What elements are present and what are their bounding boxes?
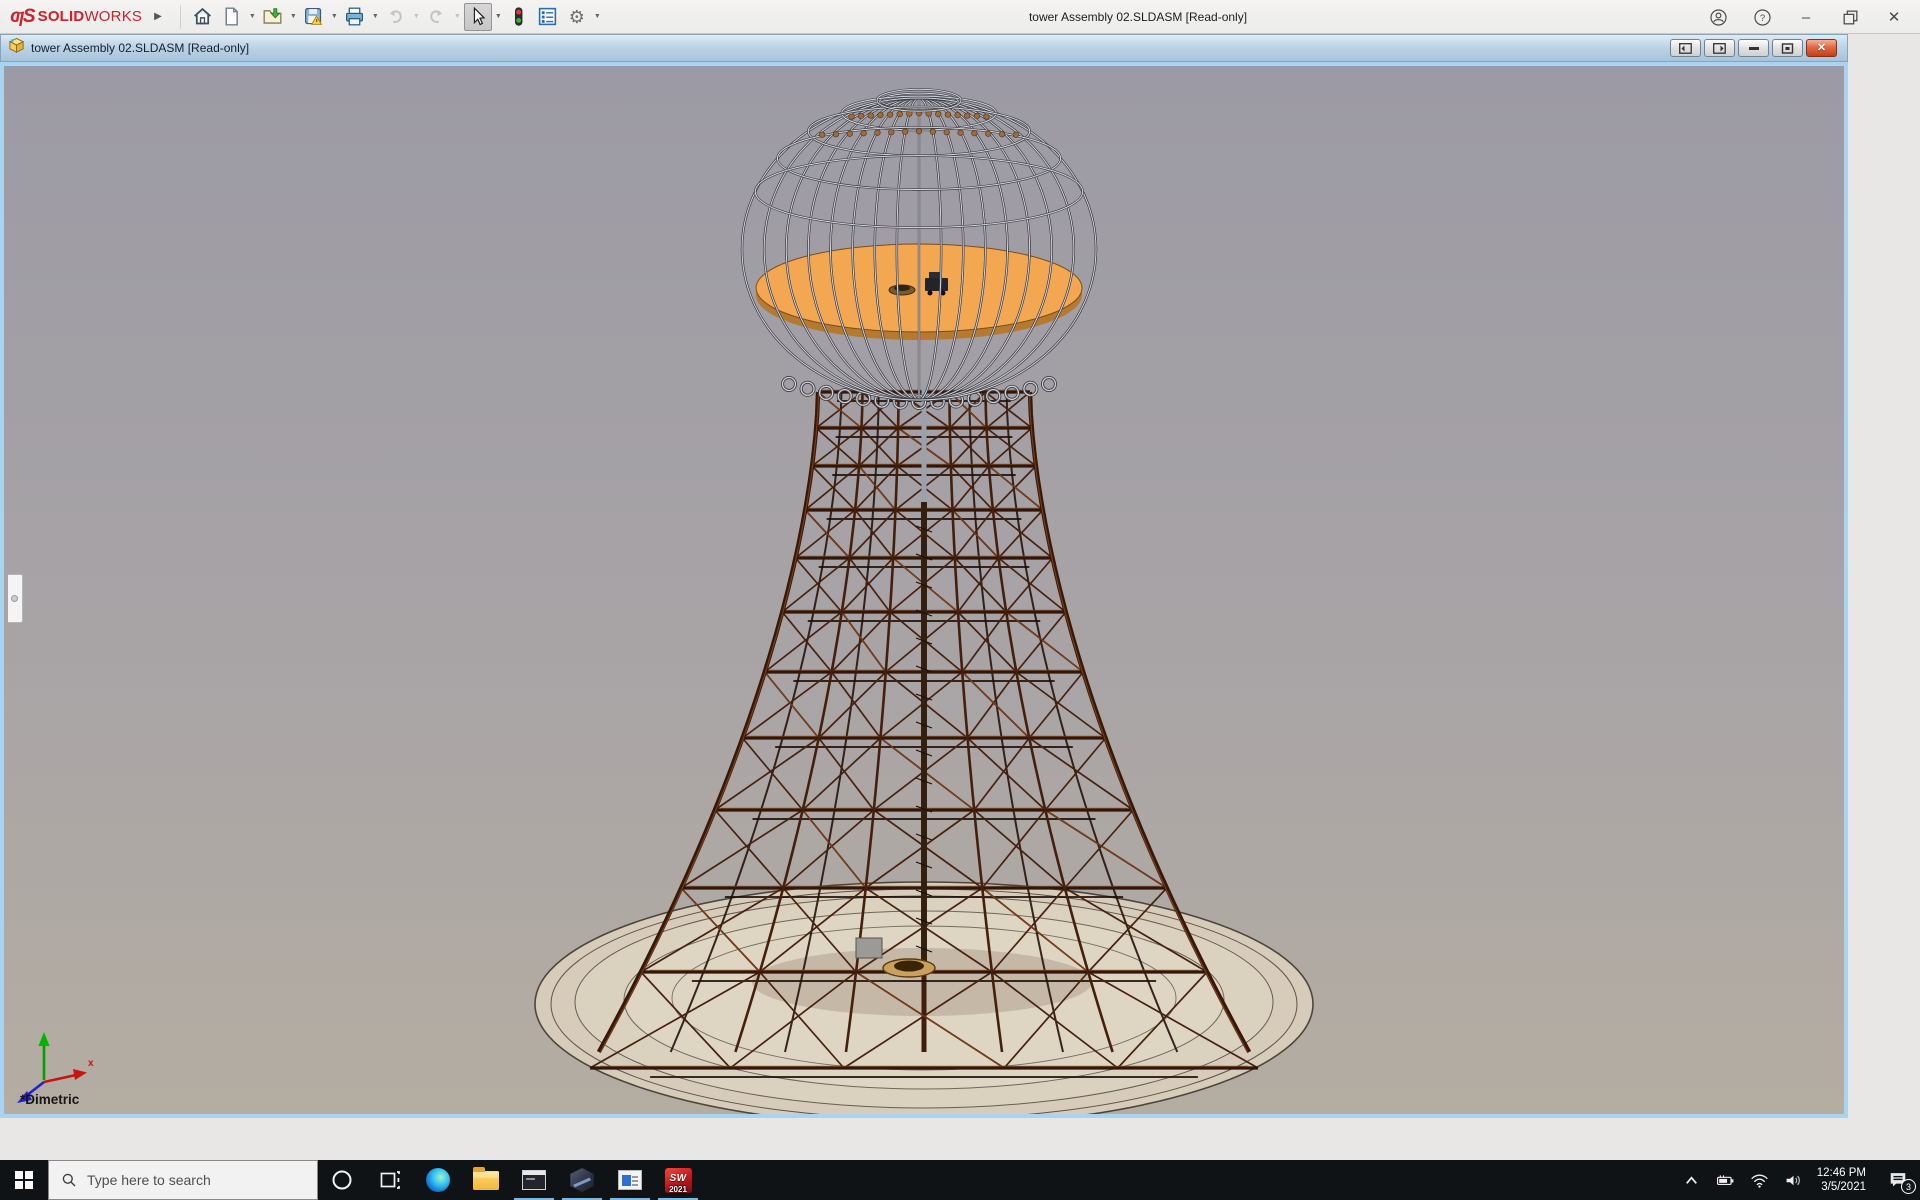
- home-button[interactable]: [189, 3, 217, 31]
- taskbar-search[interactable]: [48, 1160, 318, 1200]
- action-center-button[interactable]: 3: [1876, 1160, 1920, 1200]
- open-dropdown[interactable]: ▼: [288, 3, 299, 31]
- undo-button[interactable]: [382, 3, 410, 31]
- clock[interactable]: 12:46 PM 3/5/2021: [1811, 1166, 1876, 1194]
- tower-assembly-3d-model: [4, 66, 1844, 1114]
- gear-icon: ⚙: [569, 8, 585, 26]
- print-dropdown[interactable]: ▼: [370, 3, 381, 31]
- tray-time: 12:46 PM: [1817, 1166, 1866, 1180]
- triad-x-axis-label: x: [88, 1058, 94, 1069]
- performance-monitor-icon[interactable]: [505, 3, 533, 31]
- system-tray: 12:46 PM 3/5/2021 3: [1675, 1160, 1920, 1200]
- doc-close-button[interactable]: ✕: [1806, 39, 1837, 57]
- select-tool-dropdown[interactable]: ▼: [493, 3, 504, 31]
- task-view-button[interactable]: [366, 1160, 414, 1200]
- solidworks-logo: ƣS SOLIDWORKS: [10, 6, 142, 28]
- taskbar-edge-button[interactable]: [414, 1160, 462, 1200]
- window-controls: ? – ✕: [1708, 0, 1904, 34]
- brand-prefix: SOLID: [38, 8, 85, 25]
- splitter-handle-icon: [11, 595, 18, 602]
- terminal-icon: [522, 1170, 546, 1190]
- cortana-icon: [331, 1169, 353, 1191]
- brand-suffix: WORKS: [84, 8, 142, 25]
- minimize-button[interactable]: –: [1796, 7, 1816, 27]
- battery-icon[interactable]: [1709, 1160, 1743, 1200]
- open-button[interactable]: [259, 3, 287, 31]
- options-dropdown[interactable]: ▼: [592, 3, 603, 31]
- notification-badge: 3: [1901, 1179, 1916, 1194]
- doc-restore-button[interactable]: [1772, 39, 1803, 57]
- quick-access-toolbar: ▼ ▼ ▼ ▼ ▼ ▼ ▼ ⚙ ▼: [189, 3, 603, 31]
- app-titlebar: ƣS SOLIDWORKS ▶ ▼ ▼ ▼ ▼ ▼ ▼: [0, 0, 1920, 34]
- taskbar-installer-window-button[interactable]: [606, 1160, 654, 1200]
- windows-logo-icon: [15, 1171, 33, 1189]
- toolbar-separator: [180, 5, 181, 29]
- task-view-icon: [379, 1169, 401, 1191]
- command-options-icon[interactable]: [534, 3, 562, 31]
- restore-button[interactable]: [1840, 7, 1860, 27]
- file-explorer-icon: [473, 1171, 499, 1190]
- select-tool-button[interactable]: [464, 3, 492, 31]
- taskbar-solidworks-button[interactable]: SW 2021: [654, 1160, 702, 1200]
- graphics-viewport[interactable]: [0, 62, 1848, 1118]
- dock-right-button[interactable]: [1704, 39, 1735, 57]
- undo-dropdown[interactable]: ▼: [411, 3, 422, 31]
- document-window-buttons: ✕: [1670, 39, 1837, 57]
- featuremanager-collapsed-tab[interactable]: [8, 574, 23, 623]
- window-app-icon: [618, 1170, 642, 1190]
- dock-left-button[interactable]: [1670, 39, 1701, 57]
- account-icon[interactable]: [1708, 7, 1728, 27]
- wifi-icon[interactable]: [1743, 1160, 1777, 1200]
- assembly-document-icon: [8, 37, 25, 59]
- search-icon: [61, 1172, 77, 1188]
- hidden-icons-chevron[interactable]: [1675, 1160, 1709, 1200]
- search-input[interactable]: [87, 1172, 307, 1188]
- document-title: tower Assembly 02.SLDASM [Read-only]: [31, 41, 249, 55]
- redo-button[interactable]: [423, 3, 451, 31]
- save-dropdown[interactable]: ▼: [329, 3, 340, 31]
- windows-taskbar: SW 2021 12:46 PM 3/5/2021 3: [0, 1160, 1920, 1200]
- solidworks-2021-icon: SW 2021: [665, 1168, 692, 1193]
- save-button[interactable]: [300, 3, 328, 31]
- new-document-dropdown[interactable]: ▼: [247, 3, 258, 31]
- help-icon[interactable]: ?: [1752, 7, 1772, 27]
- cortana-button[interactable]: [318, 1160, 366, 1200]
- print-button[interactable]: [341, 3, 369, 31]
- doc-minimize-button[interactable]: [1738, 39, 1769, 57]
- hexagon-app-icon: [569, 1168, 595, 1192]
- ds-logo-icon: ƣS: [10, 6, 35, 28]
- redo-dropdown[interactable]: ▼: [452, 3, 463, 31]
- volume-icon[interactable]: [1777, 1160, 1811, 1200]
- options-gear-button[interactable]: ⚙: [563, 3, 591, 31]
- start-button[interactable]: [0, 1160, 48, 1200]
- taskbar-edrawings-button[interactable]: [558, 1160, 606, 1200]
- menu-flyout-arrow-icon[interactable]: ▶: [154, 11, 162, 22]
- app-title: tower Assembly 02.SLDASM [Read-only]: [1029, 0, 1247, 34]
- tray-date: 3/5/2021: [1817, 1180, 1866, 1194]
- edge-icon: [426, 1168, 450, 1192]
- document-titlebar[interactable]: tower Assembly 02.SLDASM [Read-only] ✕: [0, 34, 1848, 62]
- close-button[interactable]: ✕: [1884, 7, 1904, 27]
- taskbar-terminal-button[interactable]: [510, 1160, 558, 1200]
- taskbar-file-explorer-button[interactable]: [462, 1160, 510, 1200]
- view-orientation-label: *Dimetric: [20, 1092, 79, 1107]
- svg-text:?: ?: [1759, 13, 1764, 24]
- new-document-button[interactable]: [218, 3, 246, 31]
